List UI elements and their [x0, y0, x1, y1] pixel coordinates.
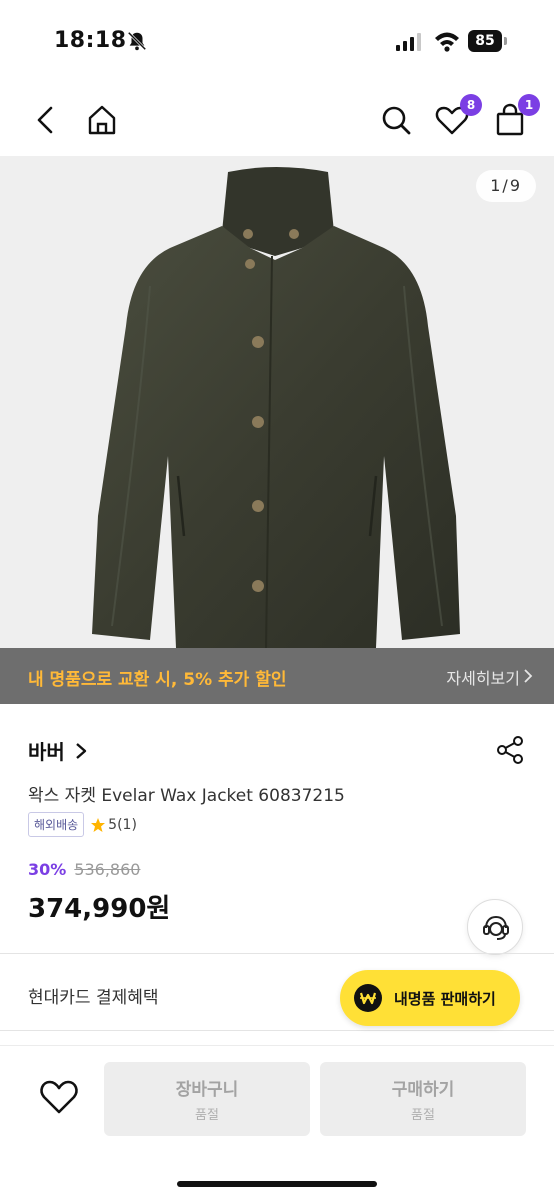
chevron-right-icon — [524, 669, 533, 683]
divider — [0, 1030, 554, 1031]
promo-text: 내 명품으로 교환 시, 5% 추가 할인 — [28, 670, 287, 690]
home-indicator — [177, 1181, 377, 1187]
back-button[interactable] — [26, 100, 66, 140]
jacket-photo — [92, 167, 460, 649]
customer-service-button[interactable] — [467, 899, 523, 955]
card-benefit-row[interactable]: 현대카드 결제혜택 — [28, 983, 159, 1008]
bell-slash-icon — [127, 31, 147, 51]
image-counter: 1/9 — [476, 170, 536, 202]
signal-icon — [396, 33, 421, 51]
app-header: 8 1 — [0, 80, 554, 156]
wifi-icon — [435, 32, 459, 52]
share-button[interactable] — [494, 734, 526, 766]
buy-button-label: 구매하기 — [391, 1080, 455, 1100]
battery-level: 85 — [468, 30, 502, 52]
wishlist-button[interactable]: 8 — [432, 94, 482, 140]
battery-indicator: 85 — [468, 30, 508, 52]
wishlist-badge: 8 — [460, 94, 482, 116]
home-button[interactable] — [82, 100, 122, 140]
status-time: 18:18 — [54, 28, 127, 53]
sell-button-label: 내명품 판매하기 — [394, 990, 496, 1008]
cart-badge: 1 — [518, 94, 540, 116]
discount-rate: 30% — [28, 860, 67, 879]
home-icon — [88, 105, 116, 135]
promo-more-link[interactable]: 자세히보기 — [446, 665, 520, 689]
buy-now-button[interactable]: 구매하기 품절 — [320, 1062, 526, 1136]
sale-price: 374,990원 — [28, 894, 171, 924]
cart-button[interactable]: 1 — [490, 94, 540, 140]
chevron-right-icon — [76, 742, 87, 759]
heart-icon — [40, 1080, 78, 1114]
brand-link[interactable]: 바버 — [28, 736, 89, 765]
add-to-cart-button[interactable]: 장바구니 품절 — [104, 1062, 310, 1136]
divider — [0, 953, 554, 954]
product-meta: 해외배송 5(1) — [28, 812, 137, 837]
battery-tip — [504, 37, 507, 45]
rating-value[interactable]: 5(1) — [108, 817, 137, 833]
product-image-gallery[interactable]: 1/9 내 명품으로 교환 시, 5% 추가 할인 자세히보기 — [0, 156, 554, 704]
status-bar: 18:18 85 — [0, 0, 554, 80]
promo-banner[interactable]: 내 명품으로 교환 시, 5% 추가 할인 자세히보기 — [0, 648, 554, 704]
star-icon — [91, 817, 106, 832]
price-discount-row: 30% 536,860 — [28, 860, 140, 879]
product-name: 왁스 자켓 Evelar Wax Jacket 60837215 — [28, 786, 345, 806]
overseas-shipping-tag: 해외배송 — [28, 812, 85, 837]
like-button[interactable] — [38, 1076, 80, 1116]
bottom-action-bar: 장바구니 품절 구매하기 품절 — [0, 1045, 554, 1200]
cart-button-status: 품절 — [195, 1108, 219, 1123]
search-icon — [382, 106, 411, 135]
search-button[interactable] — [376, 100, 416, 140]
won-logo-icon — [354, 984, 382, 1012]
cart-button-label: 장바구니 — [175, 1080, 239, 1100]
back-arrow-icon — [37, 106, 53, 134]
headset-icon — [483, 915, 509, 940]
share-icon — [497, 736, 523, 764]
brand-name: 바버 — [28, 740, 65, 764]
buy-button-status: 품절 — [411, 1108, 435, 1123]
original-price: 536,860 — [74, 860, 141, 879]
sell-my-item-button[interactable]: 내명품 판매하기 — [340, 970, 520, 1026]
